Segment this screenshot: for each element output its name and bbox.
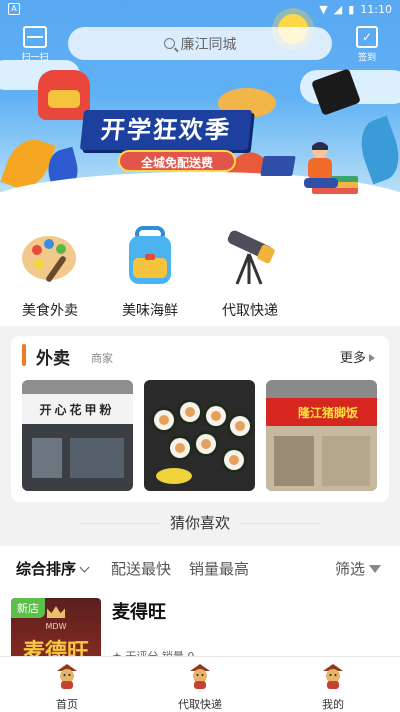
app-notification-icon: A bbox=[8, 3, 20, 15]
student-illustration bbox=[304, 142, 338, 188]
category-grid: 美食外卖 美味海鲜 代取快递 bbox=[0, 212, 400, 326]
telescope-icon bbox=[227, 230, 275, 285]
signin-button[interactable]: ✓ 签到 bbox=[350, 26, 384, 63]
shop-sign-text: 开心花甲粉 bbox=[39, 402, 114, 417]
wifi-icon: ▼ bbox=[319, 2, 328, 16]
banner-title: 开学狂欢季 bbox=[79, 110, 253, 150]
category-label: 美味海鲜 bbox=[122, 303, 178, 319]
category-item-food[interactable]: 美食外卖 bbox=[10, 224, 90, 320]
category-item-courier[interactable]: 代取快递 bbox=[210, 224, 290, 320]
backpack-illustration bbox=[38, 70, 90, 120]
palette-icon bbox=[22, 236, 76, 282]
shop-card[interactable] bbox=[144, 380, 255, 491]
shop-photo: 隆江猪脚饭 bbox=[266, 380, 377, 491]
filter-label: 筛选 bbox=[335, 560, 366, 578]
search-icon bbox=[163, 38, 175, 49]
tab-label: 我的 bbox=[322, 698, 344, 711]
signal-icon: ◢ bbox=[333, 2, 343, 16]
courier-mascot-icon bbox=[190, 664, 210, 689]
banner-subtitle: 全城免配送费 bbox=[118, 150, 236, 172]
shop-sign-text: 隆江猪脚饭 bbox=[298, 405, 358, 420]
shop-card[interactable]: 隆江猪脚饭 bbox=[266, 380, 377, 491]
shop-meta: ★ 无评分 销量 0 bbox=[112, 648, 194, 656]
sort-bar: 综合排序 配送最快 销量最高 筛选 bbox=[0, 546, 400, 590]
sort-fastest[interactable]: 配送最快 bbox=[111, 558, 171, 579]
scan-label: 扫一扫 bbox=[21, 53, 49, 63]
chevron-down-icon bbox=[79, 562, 90, 573]
thumb-brand: MDW bbox=[45, 622, 67, 631]
tab-mine[interactable]: 我的 bbox=[288, 663, 378, 712]
search-bar[interactable]: 廉江同城 bbox=[68, 27, 332, 60]
tab-label: 首页 bbox=[56, 698, 78, 711]
search-placeholder: 廉江同城 bbox=[180, 36, 237, 53]
calendar-check-icon: ✓ bbox=[356, 26, 378, 48]
section-title: 外卖 bbox=[36, 349, 70, 369]
sort-top-sales[interactable]: 销量最高 bbox=[189, 558, 249, 579]
tab-courier[interactable]: 代取快递 bbox=[155, 663, 245, 712]
category-label: 美食外卖 bbox=[22, 303, 78, 319]
category-label: 代取快递 bbox=[222, 303, 278, 319]
shop-name: 麦得旺 bbox=[112, 602, 166, 623]
shop-photo: 开心花甲粉 bbox=[22, 380, 133, 491]
guess-you-like-divider: 猜你喜欢 bbox=[0, 508, 400, 538]
scan-icon bbox=[23, 26, 47, 48]
triangle-right-icon bbox=[369, 354, 375, 362]
section-subtitle: 商家 bbox=[91, 352, 113, 365]
bottom-tab-bar: 首页 代取快递 我的 bbox=[0, 656, 400, 712]
section-accent-bar bbox=[22, 344, 26, 366]
status-bar: A ▼ ◢ ▮ 11:10 bbox=[0, 0, 400, 18]
battery-icon: ▮ bbox=[348, 2, 355, 16]
filter-button[interactable]: 筛选 bbox=[335, 558, 382, 579]
shop-thumbnail: MDW 麦德旺 新店 bbox=[11, 598, 101, 656]
signin-label: 签到 bbox=[357, 53, 376, 63]
takeout-section: 外卖 商家 更多 开心花甲粉 隆江猪脚饭 bbox=[11, 336, 389, 502]
shop-list-item[interactable]: MDW 麦德旺 新店 麦得旺 ★ 无评分 销量 0 bbox=[0, 590, 400, 656]
crown-icon bbox=[47, 606, 65, 618]
tab-label: 代取快递 bbox=[178, 698, 222, 711]
category-item-seafood[interactable]: 美味海鲜 bbox=[110, 224, 190, 320]
sort-label: 综合排序 bbox=[16, 560, 77, 578]
tab-home[interactable]: 首页 bbox=[22, 663, 112, 712]
new-shop-badge: 新店 bbox=[11, 598, 45, 618]
sort-comprehensive[interactable]: 综合排序 bbox=[16, 558, 90, 579]
leaf-decoration bbox=[352, 115, 400, 185]
scan-button[interactable]: 扫一扫 bbox=[18, 26, 52, 63]
thumb-logo-text: 麦德旺 bbox=[22, 640, 89, 656]
home-mascot-icon bbox=[57, 664, 77, 689]
profile-mascot-icon bbox=[323, 664, 343, 689]
funnel-icon bbox=[369, 565, 382, 573]
sushi-photo bbox=[144, 380, 255, 491]
backpack-icon bbox=[129, 226, 171, 284]
more-label: 更多 bbox=[339, 351, 366, 366]
more-link[interactable]: 更多 bbox=[340, 347, 375, 366]
status-time: 11:10 bbox=[360, 2, 392, 16]
shop-card[interactable]: 开心花甲粉 bbox=[22, 380, 133, 491]
